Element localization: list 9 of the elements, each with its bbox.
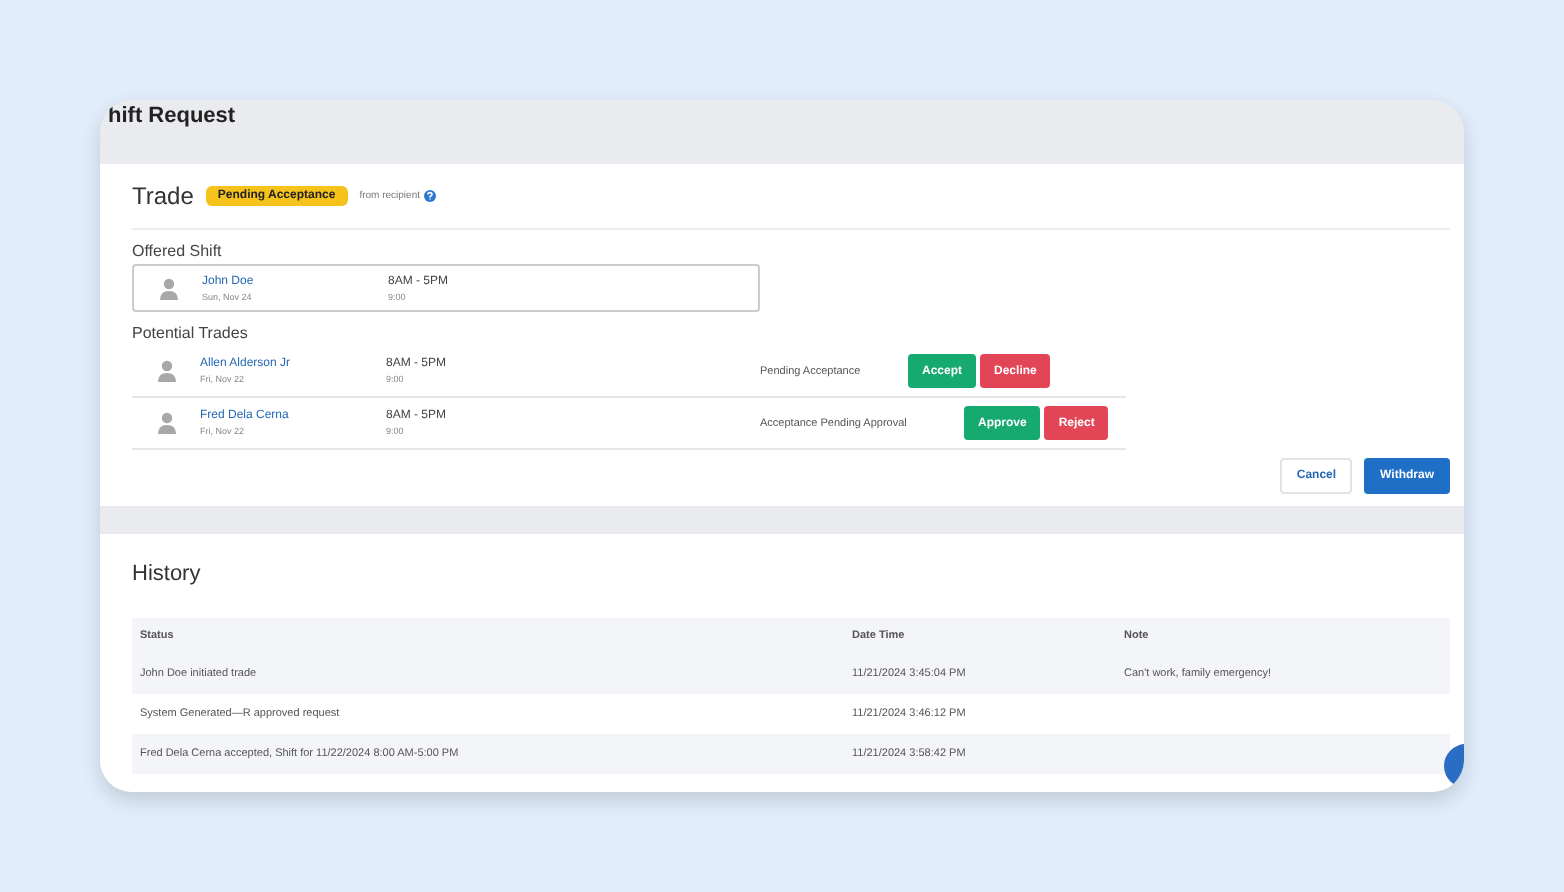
section-label: Offered Shift [132,242,224,260]
help-icon[interactable] [424,190,436,202]
person-icon [158,360,176,382]
section-label: Potential Trades [132,324,250,342]
history-title: History [132,562,201,586]
person-icon [158,412,176,434]
trade-title: Trade [132,182,194,210]
header-title: hift Request [106,102,238,132]
person-icon [160,277,178,299]
